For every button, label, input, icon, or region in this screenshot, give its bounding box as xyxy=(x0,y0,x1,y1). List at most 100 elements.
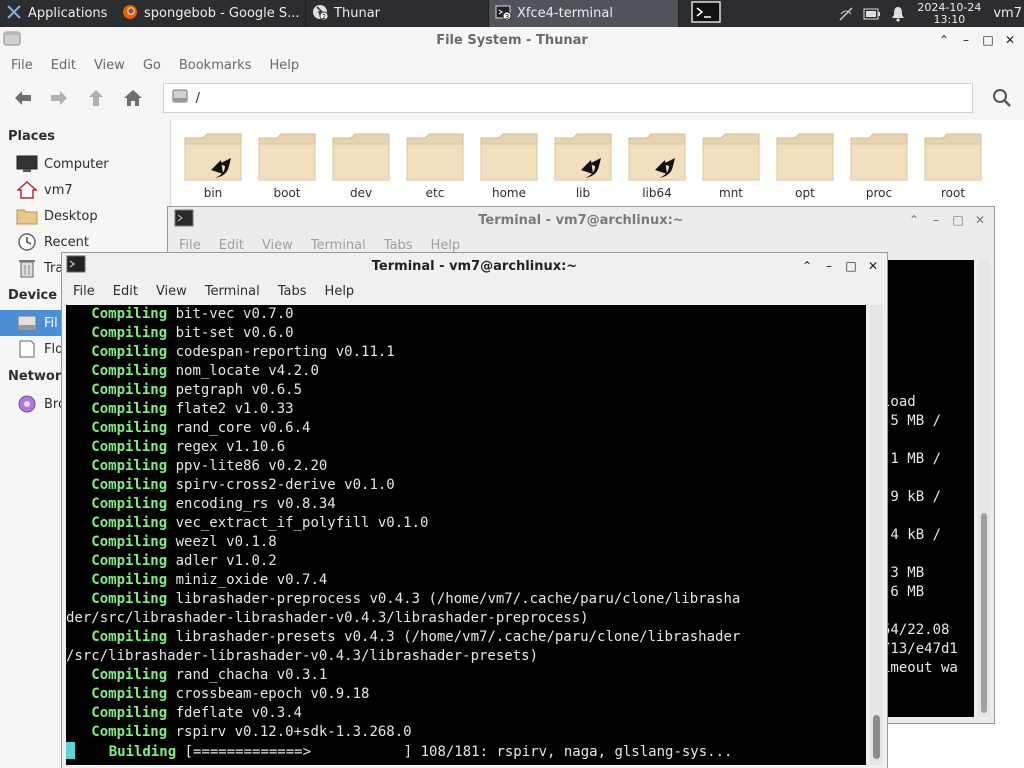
close-icon[interactable]: ✕ xyxy=(865,258,881,274)
terminal-back-line: .6 MB xyxy=(882,584,925,600)
folder-item[interactable]: lib64 xyxy=(620,130,694,200)
terminal-line-text: encoding_rs v0.8.34 xyxy=(167,496,336,512)
maximize-up-icon[interactable]: ⌃ xyxy=(936,32,952,48)
menu-help[interactable]: Help xyxy=(260,58,308,73)
notification-bell-icon[interactable] xyxy=(888,4,908,24)
forward-button[interactable] xyxy=(45,83,75,113)
terminal-line: Compiling librashader-preprocess v0.4.3 … xyxy=(66,590,866,609)
terminal-line: Compiling rspirv v0.12.0+sdk-1.3.268.0 xyxy=(66,723,866,742)
close-icon[interactable]: ✕ xyxy=(1002,32,1018,48)
folder-label: root xyxy=(940,186,966,200)
maximize-icon[interactable]: □ xyxy=(980,32,996,48)
places-heading: Places xyxy=(8,129,56,144)
terminal-line-text: fdeflate v0.3.4 xyxy=(167,705,303,721)
maximize-up-icon[interactable]: ⌃ xyxy=(799,258,815,274)
sidebar-item-desktop[interactable]: Desktop xyxy=(0,203,170,229)
menu-tabs[interactable]: Tabs xyxy=(375,238,422,253)
compile-keyword: Compiling xyxy=(66,629,168,645)
terminal-line: Compiling petgraph v0.6.5 xyxy=(66,381,866,400)
maximize-icon[interactable]: □ xyxy=(843,258,859,274)
terminal-titlebar[interactable]: Terminal - vm7@archlinux:~ ⌃ – □ ✕ xyxy=(62,253,887,279)
folder-item[interactable]: root xyxy=(916,130,990,200)
menu-view[interactable]: View xyxy=(253,238,302,253)
folder-item[interactable]: lib xyxy=(546,130,620,200)
building-keyword: Building xyxy=(75,744,177,760)
terminal-window-icon[interactable] xyxy=(66,255,86,277)
folder-item[interactable]: opt xyxy=(768,130,842,200)
menu-help[interactable]: Help xyxy=(316,284,364,299)
task-firefox[interactable]: spongebob - Google S... xyxy=(116,0,307,27)
menu-edit[interactable]: Edit xyxy=(104,284,147,299)
thunar-window-icon[interactable] xyxy=(2,29,22,51)
compile-keyword: Compiling xyxy=(66,496,168,512)
terminal-back-line xyxy=(882,317,974,336)
menu-tabs[interactable]: Tabs xyxy=(269,284,316,299)
search-button[interactable] xyxy=(987,83,1017,113)
sidebar-label: Flo xyxy=(44,341,64,357)
terminal-scrollbar[interactable] xyxy=(869,305,883,765)
minimize-icon[interactable]: – xyxy=(821,258,837,274)
thunar-menubar: File Edit View Go Bookmarks Help xyxy=(0,53,1024,77)
user-menu[interactable]: vm7 xyxy=(987,6,1024,21)
folder-item[interactable]: boot xyxy=(250,130,324,200)
home-button[interactable] xyxy=(118,83,148,113)
network-disconnected-icon[interactable] xyxy=(836,4,856,24)
task-terminal[interactable]: 3 Xfce4-terminal xyxy=(489,0,680,27)
menu-terminal[interactable]: Terminal xyxy=(196,284,269,299)
folder-icon xyxy=(850,133,908,181)
terminal-back-output[interactable]: load .5 MB / .1 MB / .9 kB / .4 kB / .3 MB .6 … xyxy=(882,260,974,717)
terminal-back-titlebar[interactable]: Terminal - vm7@archlinux:~ ⌃ – □ ✕ xyxy=(168,207,994,233)
launcher-terminal[interactable] xyxy=(679,0,733,27)
menu-view[interactable]: View xyxy=(147,284,196,299)
sidebar-item-recent[interactable]: Recent xyxy=(0,229,170,255)
terminal-back-scrollbar[interactable] xyxy=(978,260,990,717)
terminal-back-line: 54/22.08 xyxy=(882,622,950,638)
menu-bookmarks[interactable]: Bookmarks xyxy=(170,58,261,73)
compile-keyword: Compiling xyxy=(66,420,168,436)
battery-icon[interactable] xyxy=(862,4,882,24)
folder-item[interactable]: home xyxy=(472,130,546,200)
applications-menu-button[interactable]: Applications xyxy=(0,0,116,27)
terminal-back-line xyxy=(882,507,974,526)
clock[interactable]: 2024-10-24 13:10 xyxy=(917,1,981,26)
task-thunar[interactable]: 2 Thunar xyxy=(306,0,490,27)
thunar-titlebar[interactable]: File System - Thunar ⌃ – □ ✕ xyxy=(0,27,1024,53)
compile-keyword: Compiling xyxy=(66,553,168,569)
location-bar[interactable]: / xyxy=(162,83,974,113)
maximize-up-icon[interactable]: ⌃ xyxy=(906,212,922,228)
terminal-back-line: /13/e47d1 xyxy=(882,641,958,657)
folder-item[interactable]: etc xyxy=(398,130,472,200)
menu-file[interactable]: File xyxy=(2,58,42,73)
menu-edit[interactable]: Edit xyxy=(42,58,85,73)
menu-terminal[interactable]: Terminal xyxy=(302,238,375,253)
back-button[interactable] xyxy=(8,83,38,113)
menu-view[interactable]: View xyxy=(85,58,134,73)
folder-item[interactable]: mnt xyxy=(694,130,768,200)
folder-item[interactable]: proc xyxy=(842,130,916,200)
menu-go[interactable]: Go xyxy=(134,58,170,73)
minimize-icon[interactable]: – xyxy=(928,212,944,228)
terminal-back-window-icon[interactable] xyxy=(174,209,194,231)
folder-icon xyxy=(702,133,760,181)
terminal-line-text: bit-vec v0.7.0 xyxy=(167,306,294,322)
compile-keyword: Compiling xyxy=(66,477,168,493)
minimize-icon[interactable]: – xyxy=(958,32,974,48)
folder-item[interactable]: dev xyxy=(324,130,398,200)
terminal-output[interactable]: Compiling bit-vec v0.7.0 Compiling bit-s… xyxy=(66,305,866,765)
up-button[interactable] xyxy=(81,83,111,113)
sidebar-item-computer[interactable]: Computer xyxy=(0,151,170,177)
sidebar-item-home[interactable]: vm7 xyxy=(0,177,170,203)
menu-file[interactable]: File xyxy=(64,284,104,299)
terminal-back-line xyxy=(882,431,974,450)
folder-icon xyxy=(332,133,390,181)
menu-edit[interactable]: Edit xyxy=(210,238,253,253)
scrollbar-thumb[interactable] xyxy=(981,513,987,713)
folder-item[interactable]: bin xyxy=(176,130,250,200)
terminal-line-text: miniz_oxide v0.7.4 xyxy=(167,572,328,588)
menu-file[interactable]: File xyxy=(170,238,210,253)
close-icon[interactable]: ✕ xyxy=(972,212,988,228)
scrollbar-thumb[interactable] xyxy=(873,715,880,759)
maximize-icon[interactable]: □ xyxy=(950,212,966,228)
menu-help[interactable]: Help xyxy=(422,238,470,253)
terminal-line: Compiling weezl v0.1.8 xyxy=(66,533,866,552)
